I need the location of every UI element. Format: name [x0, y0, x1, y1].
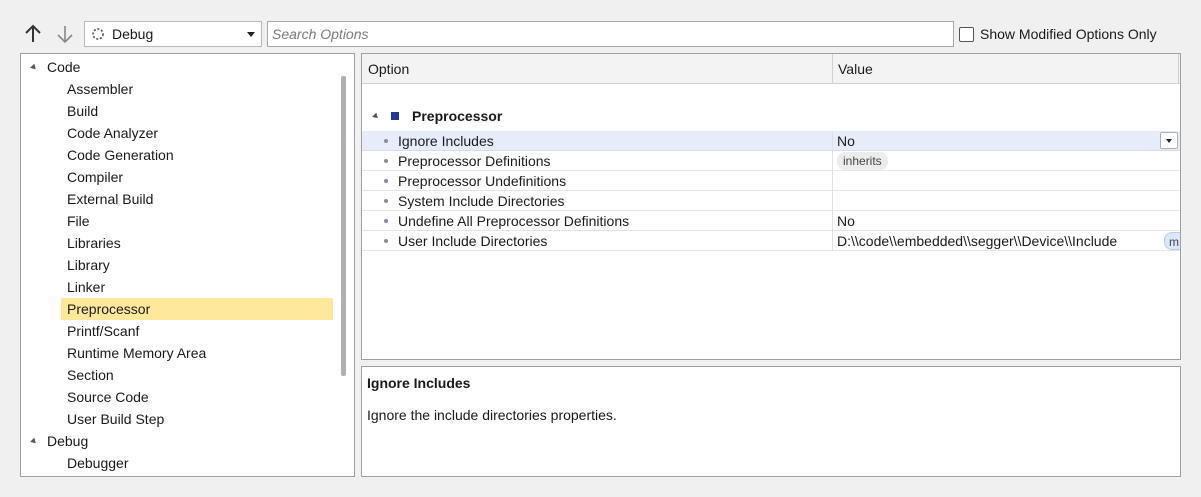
- option-value[interactable]: No: [837, 133, 855, 149]
- option-row-undefine-all[interactable]: Undefine All Preprocessor Definitions No: [362, 211, 1180, 231]
- configuration-select[interactable]: Debug: [84, 21, 262, 47]
- tree-group-label: Code: [47, 59, 81, 75]
- configuration-value: Debug: [112, 26, 154, 42]
- tree-group-label: Debug: [47, 433, 89, 449]
- arrow-down-icon: [57, 26, 73, 44]
- tree-item-label: Code Generation: [67, 147, 174, 163]
- column-header-option[interactable]: Option: [368, 61, 409, 77]
- column-divider: [832, 191, 833, 211]
- move-up-button[interactable]: [21, 22, 45, 46]
- bullet-icon: [384, 239, 388, 243]
- bullet-icon: [384, 139, 388, 143]
- tree-item-code-analyzer[interactable]: Code Analyzer: [61, 122, 333, 144]
- bullet-icon: [384, 199, 388, 203]
- macro-badge[interactable]: m: [1164, 232, 1180, 250]
- option-row-system-include-directories[interactable]: System Include Directories: [362, 191, 1180, 211]
- expand-triangle-icon[interactable]: [30, 63, 38, 72]
- description-panel: Ignore Includes Ignore the include direc…: [361, 366, 1181, 477]
- tree-item-label: Libraries: [67, 235, 121, 251]
- column-divider[interactable]: [832, 54, 833, 84]
- option-name: Undefine All Preprocessor Definitions: [398, 213, 630, 229]
- option-row-preprocessor-definitions[interactable]: Preprocessor Definitions inherits: [362, 151, 1180, 171]
- move-down-button[interactable]: [53, 22, 77, 46]
- tree-item-label: External Build: [67, 191, 154, 207]
- tree-item-source-code[interactable]: Source Code: [61, 386, 333, 408]
- search-input[interactable]: [267, 21, 954, 47]
- tree-item-user-build-step[interactable]: User Build Step: [61, 408, 333, 430]
- option-row-ignore-includes[interactable]: Ignore Includes No: [362, 131, 1180, 151]
- option-name: System Include Directories: [398, 193, 565, 209]
- show-modified-checkbox[interactable]: [959, 26, 974, 42]
- configuration-icon: [92, 28, 104, 40]
- category-row-preprocessor[interactable]: Preprocessor: [362, 106, 1180, 128]
- chevron-down-icon: [1166, 139, 1172, 143]
- value-dropdown-button[interactable]: [1160, 132, 1178, 149]
- tree-item-label: Library: [67, 257, 110, 273]
- option-name: Ignore Includes: [398, 133, 494, 149]
- option-row-preprocessor-undefinitions[interactable]: Preprocessor Undefinitions: [362, 171, 1180, 191]
- category-square-icon: [391, 112, 399, 120]
- tree-item-code-generation[interactable]: Code Generation: [61, 144, 333, 166]
- tree-item-label: Printf/Scanf: [67, 323, 140, 339]
- category-tree[interactable]: Code Assembler Build Code Analyzer Code …: [20, 53, 355, 477]
- inherits-badge[interactable]: inherits: [837, 152, 888, 170]
- tree-item-printf-scanf[interactable]: Printf/Scanf: [61, 320, 333, 342]
- option-name: Preprocessor Definitions: [398, 153, 551, 169]
- tree-item-label: Debugger: [67, 455, 129, 471]
- bullet-icon: [384, 179, 388, 183]
- arrow-up-icon: [25, 24, 41, 42]
- chevron-down-icon: [247, 32, 255, 37]
- expand-triangle-icon[interactable]: [30, 437, 38, 446]
- column-divider: [832, 171, 833, 191]
- tree-item-debugger[interactable]: Debugger: [61, 452, 333, 474]
- description-text: Ignore the include directories propertie…: [367, 407, 617, 423]
- column-divider: [832, 231, 833, 251]
- bullet-icon: [384, 159, 388, 163]
- column-divider: [832, 151, 833, 171]
- tree-item-section[interactable]: Section: [61, 364, 333, 386]
- tree-item-assembler[interactable]: Assembler: [61, 78, 333, 100]
- tree-item-label: Build: [67, 103, 99, 119]
- column-divider: [832, 131, 833, 151]
- tree-item-label: Assembler: [67, 81, 134, 97]
- tree-item-label: Section: [67, 367, 114, 383]
- column-header-value[interactable]: Value: [838, 61, 873, 77]
- tree-item-compiler[interactable]: Compiler: [61, 166, 333, 188]
- option-name: Preprocessor Undefinitions: [398, 173, 567, 189]
- tree-item-external-build[interactable]: External Build: [61, 188, 333, 210]
- option-value[interactable]: D:\\code\\embedded\\segger\\Device\\Incl…: [837, 233, 1117, 249]
- tree-item-label: Runtime Memory Area: [67, 345, 207, 361]
- description-title: Ignore Includes: [367, 375, 471, 391]
- tree-item-label: Compiler: [67, 169, 124, 185]
- show-modified-toggle[interactable]: Show Modified Options Only: [959, 25, 1157, 43]
- tree-item-preprocessor[interactable]: Preprocessor: [61, 298, 333, 320]
- column-divider[interactable]: [1178, 54, 1179, 84]
- option-name: User Include Directories: [398, 233, 548, 249]
- option-value[interactable]: No: [837, 213, 855, 229]
- category-label: Preprocessor: [412, 108, 503, 124]
- bullet-icon: [384, 219, 388, 223]
- tree-item-runtime-memory-area[interactable]: Runtime Memory Area: [61, 342, 333, 364]
- option-row-user-include-directories[interactable]: User Include Directories D:\\code\\embed…: [362, 231, 1180, 251]
- tree-item-label: File: [67, 213, 90, 229]
- show-modified-label: Show Modified Options Only: [980, 26, 1157, 42]
- tree-item-libraries[interactable]: Libraries: [61, 232, 333, 254]
- tree-item-label: Code Analyzer: [67, 125, 159, 141]
- expand-triangle-icon[interactable]: [372, 112, 380, 121]
- tree-item-library[interactable]: Library: [61, 254, 333, 276]
- tree-item-linker[interactable]: Linker: [61, 276, 333, 298]
- tree-item-label: User Build Step: [67, 411, 165, 427]
- grid-header: Option Value: [362, 54, 1180, 84]
- tree-item-build[interactable]: Build: [61, 100, 333, 122]
- tree-item-label: Source Code: [67, 389, 149, 405]
- column-divider: [832, 211, 833, 231]
- tree-item-label: Preprocessor: [67, 301, 151, 317]
- tree-item-label: Linker: [67, 279, 106, 295]
- tree-scrollbar[interactable]: [341, 76, 346, 376]
- property-grid: Option Value Preprocessor Ignore Include…: [361, 53, 1181, 360]
- tree-item-file[interactable]: File: [61, 210, 333, 232]
